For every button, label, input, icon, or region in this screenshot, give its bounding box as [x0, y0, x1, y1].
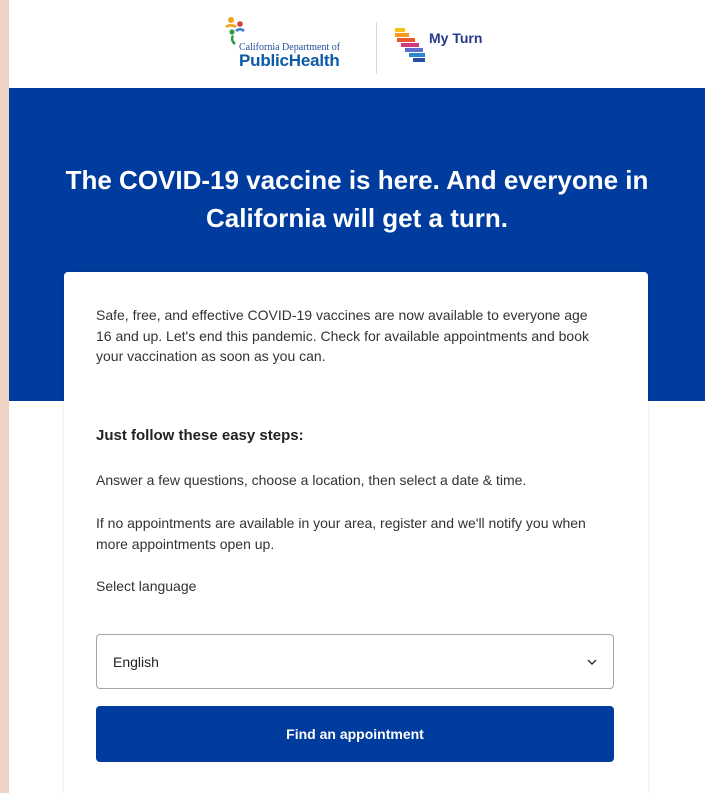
page: California Department of PublicHealth My…: [9, 0, 705, 793]
header: California Department of PublicHealth My…: [9, 0, 705, 88]
california-stripes-icon: [395, 28, 425, 62]
header-divider: [376, 22, 377, 74]
step-line-2: If no appointments are available in your…: [96, 515, 586, 552]
intro-text: Safe, free, and effective COVID-19 vacci…: [96, 307, 589, 364]
cdph-logo-big-text: PublicHealth: [239, 51, 340, 70]
chevron-down-icon: [587, 659, 597, 666]
find-appointment-button[interactable]: Find an appointment: [96, 706, 614, 762]
info-card: Safe, free, and effective COVID-19 vacci…: [64, 272, 648, 793]
myturn-logo: My Turn: [393, 24, 503, 68]
step-line-1: Answer a few questions, choose a locatio…: [96, 472, 527, 488]
steps-title: Just follow these easy steps:: [96, 427, 304, 444]
hero-title: The COVID-19 vaccine is here. And everyo…: [65, 165, 649, 233]
language-select[interactable]: English: [96, 634, 614, 689]
myturn-logo-text: My Turn: [429, 30, 483, 46]
cdph-logo: California Department of PublicHealth: [223, 16, 363, 72]
language-select-value: English: [113, 654, 159, 670]
language-label: Select language: [96, 578, 197, 594]
